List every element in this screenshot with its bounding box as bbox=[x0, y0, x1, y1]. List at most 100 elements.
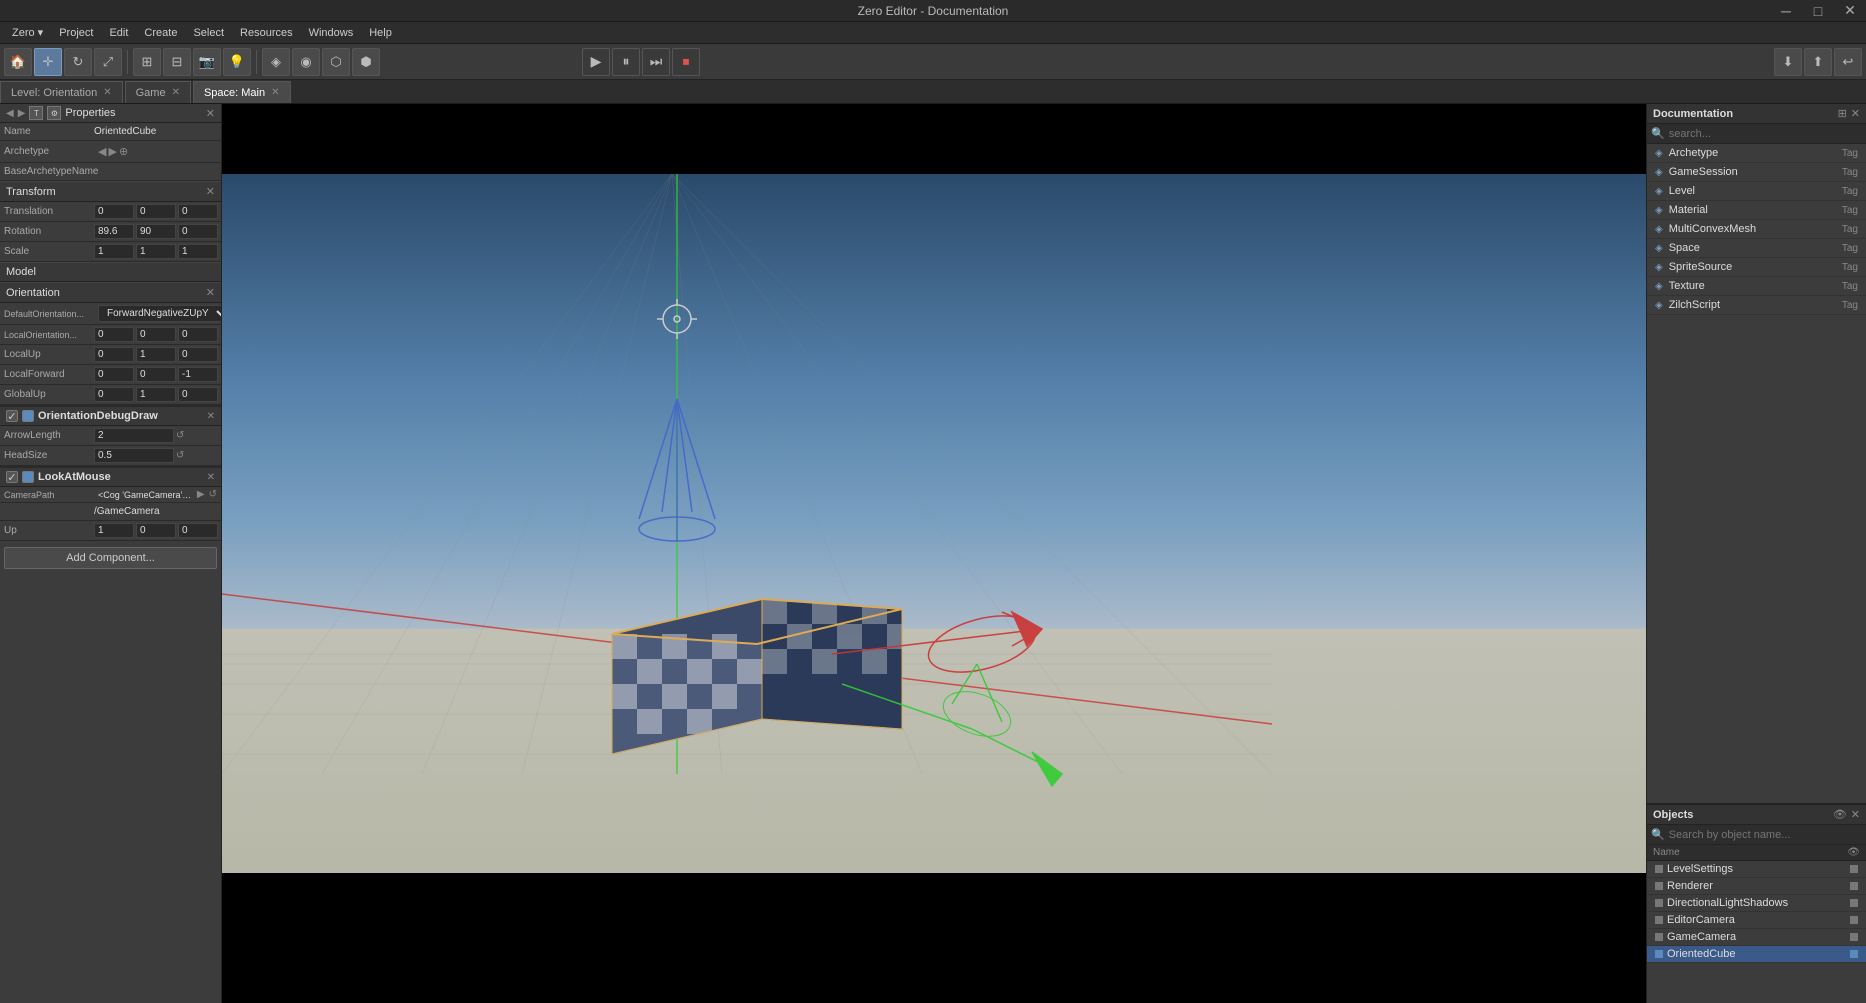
translation-y[interactable] bbox=[136, 204, 176, 219]
menu-edit[interactable]: Edit bbox=[101, 25, 136, 41]
menu-create[interactable]: Create bbox=[136, 25, 185, 41]
model-header[interactable]: Model bbox=[0, 262, 221, 282]
arrow-length-input[interactable] bbox=[94, 428, 174, 443]
tool-scale[interactable]: ⤢ bbox=[94, 48, 122, 76]
local-up-x[interactable] bbox=[94, 347, 134, 362]
global-up-y[interactable] bbox=[136, 387, 176, 402]
viewport-scene[interactable] bbox=[222, 174, 1646, 873]
tool-extra1[interactable]: ◈ bbox=[262, 48, 290, 76]
library-item-space[interactable]: ◈ Space Tag bbox=[1647, 239, 1866, 258]
rotation-z[interactable] bbox=[178, 224, 218, 239]
archetype-nav-right[interactable]: ▶ bbox=[108, 145, 116, 158]
library-item-spritesource[interactable]: ◈ SpriteSource Tag bbox=[1647, 258, 1866, 277]
tool-snap[interactable]: ⊞ bbox=[133, 48, 161, 76]
library-item-texture[interactable]: ◈ Texture Tag bbox=[1647, 277, 1866, 296]
viewport[interactable] bbox=[222, 104, 1646, 1003]
tab-space-close[interactable]: ✕ bbox=[271, 87, 279, 98]
obj-orientedcube[interactable]: OrientedCube bbox=[1647, 946, 1866, 963]
look-at-mouse-checkbox[interactable]: ✓ bbox=[6, 471, 18, 483]
default-orient-select[interactable]: ForwardNegativeZUpY bbox=[98, 305, 222, 322]
play-button[interactable]: ▶ bbox=[582, 48, 610, 76]
menu-project[interactable]: Project bbox=[51, 25, 101, 41]
menu-windows[interactable]: Windows bbox=[301, 25, 362, 41]
up-x[interactable] bbox=[94, 523, 134, 538]
orientation-debug-close[interactable]: ✕ bbox=[207, 411, 215, 422]
properties-tab-label[interactable]: Properties bbox=[65, 107, 201, 119]
tab-game-close[interactable]: ✕ bbox=[172, 87, 180, 98]
tool-extra2[interactable]: ◉ bbox=[292, 48, 320, 76]
tool-rotate[interactable]: ↻ bbox=[64, 48, 92, 76]
tool-translate[interactable]: ✛ bbox=[34, 48, 62, 76]
local-forward-y[interactable] bbox=[136, 367, 176, 382]
orientation-close[interactable]: ✕ bbox=[206, 286, 215, 299]
obj-gamecamera[interactable]: GameCamera bbox=[1647, 929, 1866, 946]
scale-y[interactable] bbox=[136, 244, 176, 259]
objects-eye-icon[interactable]: 👁 bbox=[1833, 808, 1847, 821]
obj-renderer[interactable]: Renderer bbox=[1647, 878, 1866, 895]
library-item-multiconvexmesh[interactable]: ◈ MultiConvexMesh Tag bbox=[1647, 220, 1866, 239]
rotation-x[interactable] bbox=[94, 224, 134, 239]
stop-button[interactable]: ⏹ bbox=[672, 48, 700, 76]
library-item-gamesession[interactable]: ◈ GameSession Tag bbox=[1647, 163, 1866, 182]
head-size-reset[interactable]: ↺ bbox=[176, 450, 184, 461]
camera-path-nav[interactable]: ▶ bbox=[197, 489, 205, 500]
step-button[interactable]: ⏭ bbox=[642, 48, 670, 76]
arrow-length-reset[interactable]: ↺ bbox=[176, 430, 184, 441]
tab-level-orientation[interactable]: Level: Orientation ✕ bbox=[0, 81, 123, 103]
tab-space-main[interactable]: Space: Main ✕ bbox=[193, 81, 291, 103]
look-at-mouse-header[interactable]: ✓ LookAtMouse ✕ bbox=[0, 466, 221, 487]
local-orient-y[interactable] bbox=[136, 327, 176, 342]
global-up-x[interactable] bbox=[94, 387, 134, 402]
local-orient-x[interactable] bbox=[94, 327, 134, 342]
add-component-button[interactable]: Add Component... bbox=[4, 547, 217, 569]
objects-search-input[interactable] bbox=[1669, 829, 1862, 841]
scale-z[interactable] bbox=[178, 244, 218, 259]
rotation-y[interactable] bbox=[136, 224, 176, 239]
camera-path-reset[interactable]: ↺ bbox=[209, 489, 217, 500]
tool-grid[interactable]: ⊟ bbox=[163, 48, 191, 76]
translation-z[interactable] bbox=[178, 204, 218, 219]
scale-x[interactable] bbox=[94, 244, 134, 259]
library-item-zilchscript[interactable]: ◈ ZilchScript Tag bbox=[1647, 296, 1866, 315]
tool-camera[interactable]: 📷 bbox=[193, 48, 221, 76]
tool-extra4[interactable]: ⬢ bbox=[352, 48, 380, 76]
archetype-nav-left[interactable]: ◀ bbox=[98, 145, 106, 158]
library-item-archetype[interactable]: ◈ Archetype Tag bbox=[1647, 144, 1866, 163]
global-up-z[interactable] bbox=[178, 387, 218, 402]
menu-select[interactable]: Select bbox=[185, 25, 232, 41]
head-size-input[interactable] bbox=[94, 448, 174, 463]
tool-light[interactable]: 💡 bbox=[223, 48, 251, 76]
library-close[interactable]: ✕ bbox=[1851, 107, 1860, 120]
tool-undo[interactable]: ↩ bbox=[1834, 48, 1862, 76]
local-forward-z[interactable] bbox=[178, 367, 218, 382]
tool-download[interactable]: ⬇ bbox=[1774, 48, 1802, 76]
up-z[interactable] bbox=[178, 523, 218, 538]
library-item-level[interactable]: ◈ Level Tag bbox=[1647, 182, 1866, 201]
obj-editorcamera[interactable]: EditorCamera bbox=[1647, 912, 1866, 929]
tool-extra3[interactable]: ⬡ bbox=[322, 48, 350, 76]
maximize-button[interactable]: □ bbox=[1802, 0, 1834, 22]
transform-close[interactable]: ✕ bbox=[206, 185, 215, 198]
library-search-input[interactable] bbox=[1669, 128, 1862, 140]
pause-button[interactable]: ⏸ bbox=[612, 48, 640, 76]
menu-zero[interactable]: Zero ▾ bbox=[4, 24, 51, 41]
library-icon-grid[interactable]: ⊞ bbox=[1838, 107, 1847, 120]
look-at-mouse-enabled[interactable] bbox=[22, 471, 34, 483]
objects-close[interactable]: ✕ bbox=[1851, 808, 1860, 821]
archetype-nav-add[interactable]: ⊕ bbox=[119, 145, 128, 158]
local-orient-z[interactable] bbox=[178, 327, 218, 342]
tab-game[interactable]: Game ✕ bbox=[125, 81, 191, 103]
menu-resources[interactable]: Resources bbox=[232, 25, 301, 41]
obj-directionallightshadows[interactable]: DirectionalLightShadows bbox=[1647, 895, 1866, 912]
tool-upload[interactable]: ⬆ bbox=[1804, 48, 1832, 76]
local-forward-x[interactable] bbox=[94, 367, 134, 382]
minimize-button[interactable]: ─ bbox=[1770, 0, 1802, 22]
menu-help[interactable]: Help bbox=[361, 25, 400, 41]
local-up-y[interactable] bbox=[136, 347, 176, 362]
orientation-header[interactable]: Orientation ✕ bbox=[0, 282, 221, 303]
library-item-material[interactable]: ◈ Material Tag bbox=[1647, 201, 1866, 220]
look-at-mouse-close[interactable]: ✕ bbox=[207, 472, 215, 483]
orientation-debug-header[interactable]: ✓ OrientationDebugDraw ✕ bbox=[0, 405, 221, 426]
orientation-debug-enabled[interactable] bbox=[22, 410, 34, 422]
up-y[interactable] bbox=[136, 523, 176, 538]
